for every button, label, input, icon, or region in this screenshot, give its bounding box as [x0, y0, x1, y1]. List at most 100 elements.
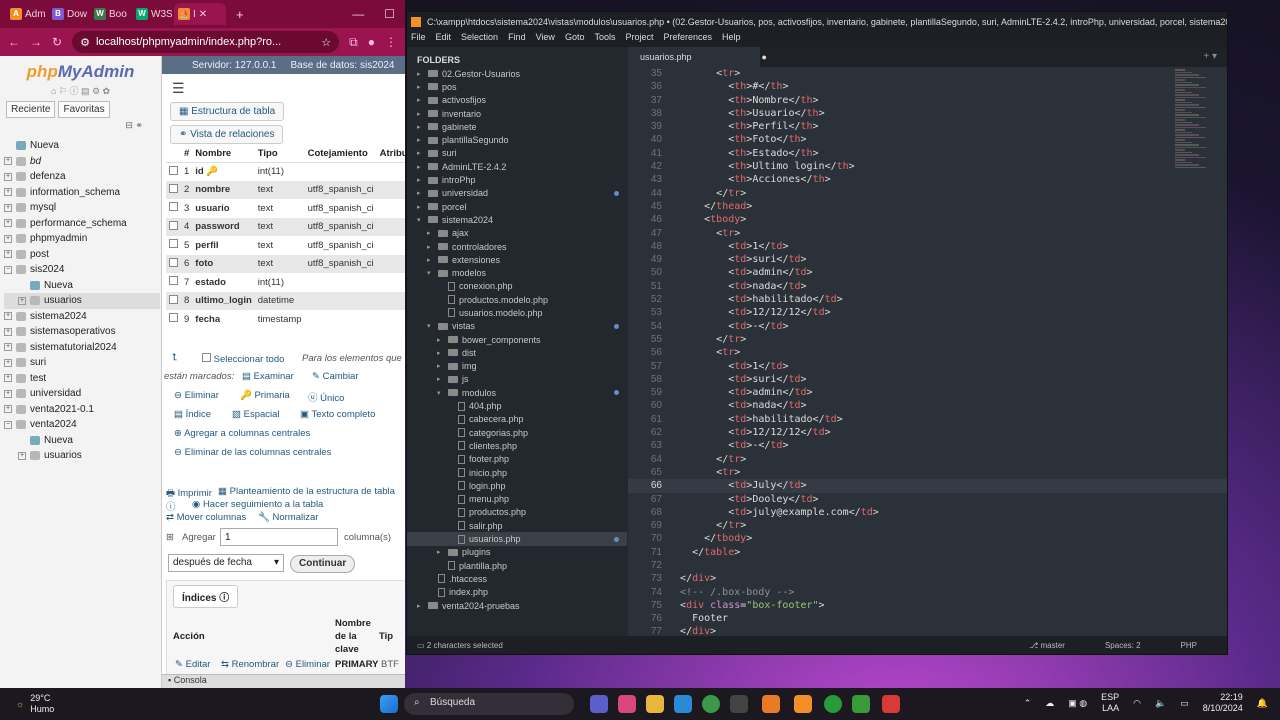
code-line[interactable]: <th>Foto</th>: [668, 133, 879, 146]
tray-chevron-icon[interactable]: ⌃: [1024, 698, 1032, 709]
tree-item[interactable]: + phpmyadmin: [4, 231, 160, 247]
folder-item[interactable]: ▾ modelos: [407, 266, 627, 279]
status-syntax[interactable]: PHP: [1181, 641, 1197, 650]
tree-item[interactable]: − venta2024: [4, 417, 160, 433]
idx-rename[interactable]: ⇆ Renombrar: [221, 659, 279, 670]
chevron-right-icon[interactable]: ▸: [437, 548, 444, 556]
row-checkbox[interactable]: [169, 239, 178, 249]
file-item[interactable]: index.php: [407, 586, 627, 599]
app-green-icon[interactable]: [852, 695, 870, 713]
expand-toggle-icon[interactable]: +: [4, 389, 12, 398]
start-icon[interactable]: [380, 695, 398, 713]
expand-toggle-icon[interactable]: +: [4, 343, 12, 352]
chevron-right-icon[interactable]: ▸: [417, 110, 424, 118]
drop-action[interactable]: ⊖ Eliminar: [174, 390, 219, 401]
folder-item[interactable]: ▸ pos: [407, 80, 627, 93]
unique-action[interactable]: ⓤ Único: [308, 390, 344, 404]
crumb-server[interactable]: Servidor: 127.0.0.1: [192, 60, 277, 71]
normalize-link[interactable]: 🔧 Normalizar: [258, 512, 318, 523]
new-tab-icon[interactable]: +: [236, 7, 244, 22]
expand-toggle-icon[interactable]: −: [4, 265, 12, 274]
row-check[interactable]: [166, 291, 181, 310]
row-check[interactable]: [166, 254, 181, 273]
chevron-right-icon[interactable]: ▸: [417, 136, 424, 144]
chevron-right-icon[interactable]: ▸: [427, 256, 434, 264]
folder-item[interactable]: ▸ gabinete: [407, 120, 627, 133]
expand-toggle-icon[interactable]: [18, 281, 26, 289]
browse-action[interactable]: ▤ Examinar: [242, 371, 294, 382]
minimize-icon[interactable]: —: [352, 7, 364, 21]
file-item[interactable]: plantilla.php: [407, 559, 627, 572]
row-check[interactable]: [166, 273, 181, 292]
code-line[interactable]: <td>12/12/12</td>: [668, 426, 879, 439]
chevron-down-icon[interactable]: ▾: [427, 322, 434, 330]
back-icon[interactable]: ←: [8, 35, 20, 49]
bookmark-star-icon[interactable]: ☆: [321, 36, 331, 49]
folder-item[interactable]: ▸ porcel: [407, 200, 627, 213]
chevron-down-icon[interactable]: ▾: [427, 269, 434, 277]
file-item[interactable]: inicio.php: [407, 466, 627, 479]
extensions-icon[interactable]: ⧉: [349, 35, 358, 50]
expand-toggle-icon[interactable]: [4, 142, 12, 150]
url-field[interactable]: ⚙ localhost/phpmyadmin/index.php?ro... ☆: [72, 31, 340, 53]
code-line[interactable]: <td>habilitado</td>: [668, 413, 879, 426]
spatial-action[interactable]: ▧ Espacial: [232, 409, 280, 420]
folder-item[interactable]: ▸ introPhp: [407, 173, 627, 186]
tree-item[interactable]: Nueva: [4, 138, 160, 154]
code-area[interactable]: <tr> <th>#</th> <th>Nombre</th> <th>Usua…: [668, 67, 879, 639]
expand-toggle-icon[interactable]: +: [4, 327, 12, 336]
battery-icon[interactable]: ▭: [1180, 698, 1189, 709]
file-item[interactable]: productos.modelo.php: [407, 293, 627, 306]
tree-item[interactable]: + post: [4, 247, 160, 263]
expand-toggle-icon[interactable]: +: [4, 172, 12, 181]
tree-item[interactable]: + sistema2024: [4, 309, 160, 325]
code-line[interactable]: <tr>: [668, 227, 879, 240]
code-line[interactable]: <td>12/12/12</td>: [668, 306, 879, 319]
code-line[interactable]: <td>habilitado</td>: [668, 293, 879, 306]
col-header[interactable]: Nombre: [192, 146, 255, 163]
code-line[interactable]: <td>suri</td>: [668, 253, 879, 266]
chevron-down-icon[interactable]: ▾: [417, 216, 424, 224]
chevron-right-icon[interactable]: ▸: [417, 70, 424, 78]
menu-goto[interactable]: Goto: [565, 32, 585, 47]
row-check[interactable]: [166, 199, 181, 218]
file-item[interactable]: usuarios.modelo.php: [407, 306, 627, 319]
code-line[interactable]: </table>: [668, 546, 879, 559]
folder-item[interactable]: ▾ modulos: [407, 386, 627, 399]
file-item[interactable]: clientes.php: [407, 439, 627, 452]
indexes-tab[interactable]: Índices ⓘ: [173, 585, 239, 608]
clock[interactable]: 22:19 8/10/2024: [1203, 692, 1243, 714]
menu-view[interactable]: View: [536, 32, 555, 47]
expand-toggle-icon[interactable]: +: [18, 296, 26, 305]
chevron-right-icon[interactable]: ▸: [437, 349, 444, 357]
code-line[interactable]: </tbody>: [668, 532, 879, 545]
expand-toggle-icon[interactable]: +: [4, 374, 12, 383]
continue-button[interactable]: Continuar: [290, 555, 356, 573]
code-line[interactable]: </tr>: [668, 519, 879, 532]
taskbar-search[interactable]: ⌕ Búsqueda: [404, 693, 574, 715]
tree-item[interactable]: + sistematutorial2024: [4, 340, 160, 356]
code-line[interactable]: [668, 559, 879, 572]
code-line[interactable]: <td>admin</td>: [668, 386, 879, 399]
unsaved-dot-icon[interactable]: ●: [762, 52, 767, 62]
move-columns-link[interactable]: ⇄ Mover columnas: [166, 512, 246, 523]
file-item[interactable]: login.php: [407, 479, 627, 492]
code-line[interactable]: <td>admin</td>: [668, 266, 879, 279]
code-line[interactable]: <td>july@example.com</td>: [668, 506, 879, 519]
code-line[interactable]: <th>Perfil</th>: [668, 120, 879, 133]
edge-icon[interactable]: [674, 695, 692, 713]
tree-item[interactable]: + mysql: [4, 200, 160, 216]
nav-btn-reciente[interactable]: Reciente: [6, 101, 56, 118]
file-item[interactable]: conexion.php: [407, 280, 627, 293]
tree-item[interactable]: + test: [4, 371, 160, 387]
chevron-right-icon[interactable]: ▸: [437, 362, 444, 370]
folder-item[interactable]: ▾ sistema2024: [407, 213, 627, 226]
code-line[interactable]: <div class="box-footer">: [668, 599, 879, 612]
copilot-icon[interactable]: [618, 695, 636, 713]
pma-logo[interactable]: phpMyAdmin: [0, 62, 161, 82]
row-check[interactable]: [166, 180, 181, 199]
tree-item[interactable]: + information_schema: [4, 185, 160, 201]
tree-item[interactable]: + usuarios: [4, 293, 160, 309]
expand-toggle-icon[interactable]: +: [4, 358, 12, 367]
folder-item[interactable]: ▸ controladores: [407, 240, 627, 253]
